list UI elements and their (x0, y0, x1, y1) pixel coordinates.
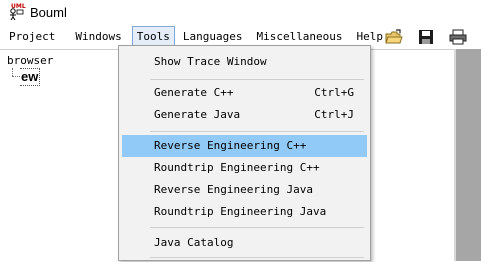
menu-separator (150, 227, 364, 228)
menu-item-shortcut: Ctrl+J (314, 108, 354, 121)
menu-item-label: Reverse Engineering Java (154, 183, 313, 196)
menu-item-reverse-engineering-cpp[interactable]: Reverse Engineering C++ (122, 135, 367, 157)
menu-item-reverse-engineering-java[interactable]: Reverse Engineering Java (122, 179, 367, 201)
tree-connector (12, 68, 13, 76)
menu-item-label: Java Catalog (154, 236, 234, 249)
menu-item-label: Roundtrip Engineering Java (154, 205, 327, 218)
tools-dropdown-menu: Show Trace Window Generate C++ Ctrl+G Ge… (118, 45, 371, 261)
print-icon[interactable] (449, 28, 467, 46)
menu-separator (150, 131, 364, 132)
menu-languages[interactable]: Languages (179, 26, 247, 47)
menu-item-generate-java[interactable]: Generate Java Ctrl+J (122, 104, 367, 126)
open-folder-icon[interactable] (385, 28, 403, 46)
menu-windows[interactable]: Windows (71, 26, 125, 47)
menu-help[interactable]: Help (353, 26, 388, 47)
menu-item-label: Generate C++ (154, 86, 234, 99)
tree-node[interactable]: ew (20, 68, 41, 86)
menu-tools[interactable]: Tools (131, 26, 175, 47)
tree-connector (12, 76, 20, 77)
window-title: Bouml (30, 4, 67, 20)
menu-item-java-catalog[interactable]: Java Catalog (122, 232, 367, 254)
menu-project[interactable]: Project (5, 26, 59, 47)
browser-label: browser (7, 54, 54, 67)
menu-item-show-trace-window[interactable]: Show Trace Window (122, 51, 367, 73)
menu-item-roundtrip-engineering-cpp[interactable]: Roundtrip Engineering C++ (122, 157, 367, 179)
menu-item-label: Reverse Engineering C++ (154, 139, 307, 152)
menu-item-label: Generate Java (154, 108, 241, 121)
menu-item-label: Show Trace Window (154, 55, 267, 68)
bouml-app-icon: UML (8, 4, 26, 20)
menu-item-shortcut: Ctrl+G (314, 86, 354, 99)
menu-item-generate-cpp[interactable]: Generate C++ Ctrl+G (122, 82, 367, 104)
toolbar (385, 24, 481, 49)
diagram-area[interactable] (456, 49, 481, 261)
menu-separator (150, 79, 364, 80)
menu-separator (150, 257, 364, 258)
menu-miscellaneous[interactable]: Miscellaneous (252, 26, 346, 47)
menu-item-label: Roundtrip Engineering C++ (154, 161, 320, 174)
save-icon[interactable] (417, 28, 435, 46)
menu-item-roundtrip-engineering-java[interactable]: Roundtrip Engineering Java (122, 201, 367, 223)
title-bar: UML Bouml (0, 0, 481, 24)
